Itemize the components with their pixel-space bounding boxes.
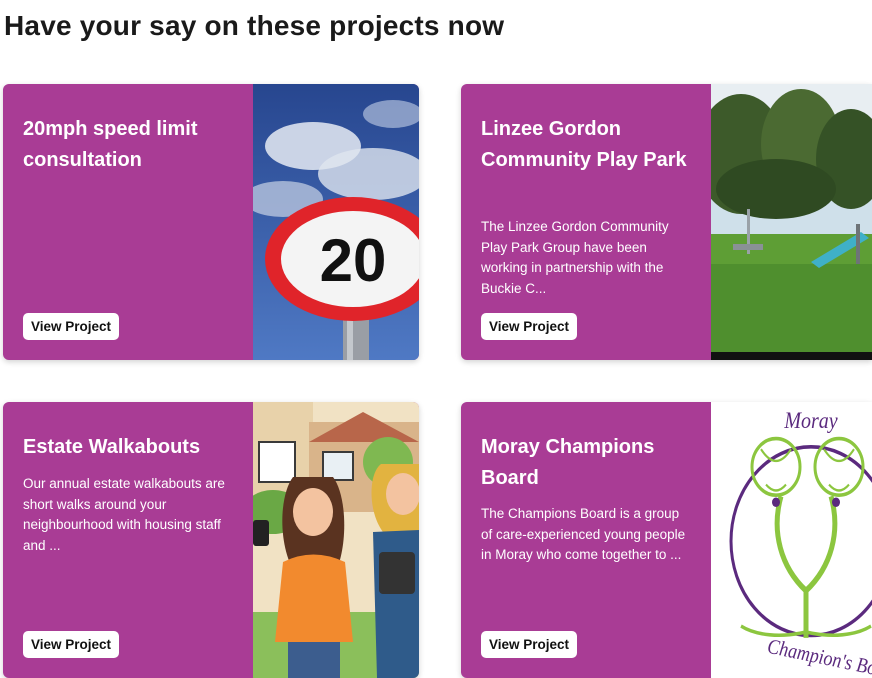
sign-number: 20 [320,227,387,294]
page-title: Have your say on these projects now [4,10,505,41]
view-project-button[interactable]: View Project [481,313,578,340]
project-title[interactable]: Linzee Gordon Community Play Park [481,114,695,176]
project-card-play-park[interactable]: Linzee Gordon Community Play Park The Li… [461,84,872,360]
project-description: The Linzee Gordon Community Play Park Gr… [481,219,669,296]
project-title[interactable]: 20mph speed limit consultation [23,114,237,176]
champions-board-logo-image: Moray Champion's Bo [711,402,872,678]
play-park-image [711,84,872,360]
project-description: Our annual estate walkabouts are short w… [23,476,225,553]
project-title[interactable]: Moray Champions Board [481,432,695,494]
view-project-button[interactable]: View Project [23,631,120,658]
project-card-speed-limit[interactable]: 20mph speed limit consultation View Proj… [3,84,419,360]
project-card-champions-board[interactable]: Moray Champions Board The Champions Boar… [461,402,872,678]
view-project-button[interactable]: View Project [23,313,120,340]
logo-text-top: Moray [783,407,837,433]
project-title[interactable]: Estate Walkabouts [23,432,237,463]
project-card-walkabouts[interactable]: Estate Walkabouts Our annual estate walk… [3,402,419,678]
project-description: The Champions Board is a group of care-e… [481,506,686,562]
walkabout-illustration-image [253,402,419,678]
speed-limit-sign-image: 20 [253,84,419,360]
view-project-button[interactable]: View Project [481,631,578,658]
